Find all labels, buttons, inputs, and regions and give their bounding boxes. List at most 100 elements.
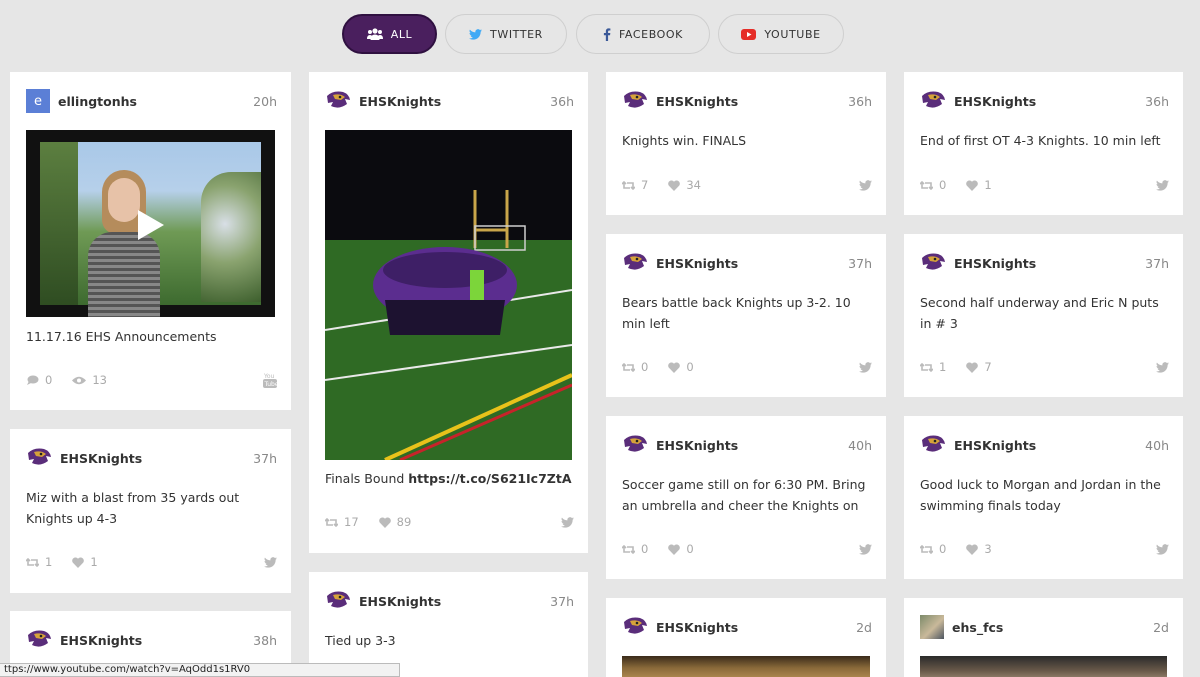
post-card[interactable]: EHSKnights 37h Second half underway and … <box>904 234 1183 397</box>
post-text: Miz with a blast from 35 yards out Knigh… <box>26 490 240 526</box>
retweets-stat[interactable]: 0 <box>920 542 946 556</box>
filter-all-label: ALL <box>390 27 413 41</box>
post-header: EHSKnights 40h <box>622 432 872 458</box>
post-card[interactable]: EHSKnights 36h End of first OT 4-3 Knigh… <box>904 72 1183 215</box>
like-count: 1 <box>90 555 98 569</box>
likes-stat[interactable]: 0 <box>668 360 694 374</box>
post-header: ehs_fcs 2d <box>920 614 1169 640</box>
post-username[interactable]: EHSKnights <box>954 94 1145 109</box>
heart-icon <box>668 543 681 555</box>
play-icon[interactable] <box>136 209 166 241</box>
youtube-icon[interactable]: YouTube <box>263 372 277 388</box>
twitter-icon <box>469 28 483 40</box>
filter-facebook-button[interactable]: FACEBOOK <box>576 14 710 54</box>
likes-stat[interactable]: 34 <box>668 178 701 192</box>
post-card[interactable]: EHSKnights 40h Good luck to Morgan and J… <box>904 416 1183 579</box>
filter-youtube-button[interactable]: YOUTUBE <box>718 14 844 54</box>
retweet-count: 0 <box>641 542 649 556</box>
post-username[interactable]: EHSKnights <box>359 594 550 609</box>
svg-text:Tube: Tube <box>264 381 278 388</box>
likes-stat[interactable]: 89 <box>378 515 412 529</box>
post-username[interactable]: ellingtonhs <box>58 94 253 109</box>
filter-all-button[interactable]: ALL <box>342 14 437 54</box>
post-text: 11.17.16 EHS Announcements <box>26 329 217 344</box>
post-time: 37h <box>1145 255 1169 271</box>
tree-left <box>40 142 78 305</box>
post-photo[interactable] <box>920 656 1167 677</box>
heart-icon <box>966 543 979 555</box>
like-count: 89 <box>396 515 412 529</box>
filter-twitter-button[interactable]: TWITTER <box>445 14 567 54</box>
post-photo[interactable] <box>325 130 572 460</box>
likes-stat[interactable]: 1 <box>72 555 98 569</box>
retweet-count: 0 <box>939 542 947 556</box>
post-card[interactable]: EHSKnights 40h Soccer game still on for … <box>606 416 886 579</box>
retweet-icon <box>622 544 635 554</box>
post-header: EHSKnights 37h <box>325 588 574 614</box>
post-card[interactable]: EHSKnights 37h Bears battle back Knights… <box>606 234 886 397</box>
retweets-stat[interactable]: 0 <box>622 542 648 556</box>
video-thumbnail[interactable] <box>26 130 275 317</box>
retweets-stat[interactable]: 0 <box>622 360 648 374</box>
post-username[interactable]: EHSKnights <box>60 633 253 648</box>
retweets-stat[interactable]: 1 <box>920 360 946 374</box>
post-username[interactable]: EHSKnights <box>656 94 848 109</box>
heart-icon <box>966 361 979 373</box>
retweet-icon <box>920 362 933 372</box>
post-text: Knights win. FINALS <box>622 133 747 148</box>
likes-stat[interactable]: 0 <box>668 542 694 556</box>
retweets-stat[interactable]: 17 <box>325 515 359 529</box>
twitter-icon[interactable] <box>1156 179 1169 191</box>
post-card[interactable]: EHSKnights 2d <box>606 598 886 677</box>
post-username[interactable]: EHSKnights <box>954 256 1145 271</box>
post-text: Second half underway and Eric N puts in … <box>920 295 1159 331</box>
twitter-icon[interactable] <box>561 516 574 528</box>
post-photo[interactable] <box>622 656 870 677</box>
post-stats: 0 0 <box>622 359 872 375</box>
post-username[interactable]: EHSKnights <box>656 256 848 271</box>
twitter-icon[interactable] <box>1156 361 1169 373</box>
post-link[interactable]: https://t.co/S621Ic7ZtA <box>408 471 571 486</box>
post-card[interactable]: ehs_fcs 2d <box>904 598 1183 677</box>
post-card[interactable]: EHSKnights 36h Finals Bound https://t.co… <box>309 72 588 553</box>
like-count: 34 <box>686 178 701 192</box>
avatar <box>920 615 944 639</box>
post-username[interactable]: EHSKnights <box>954 438 1145 453</box>
twitter-icon[interactable] <box>1156 543 1169 555</box>
post-username[interactable]: EHSKnights <box>359 94 550 109</box>
retweets-stat[interactable]: 0 <box>920 178 946 192</box>
knight-logo-icon <box>624 617 647 634</box>
likes-stat[interactable]: 1 <box>966 178 992 192</box>
post-card[interactable]: EHSKnights 37h Miz with a blast from 35 … <box>10 429 291 593</box>
retweets-stat[interactable]: 1 <box>26 555 52 569</box>
post-time: 38h <box>253 632 277 648</box>
post-time: 37h <box>550 593 574 609</box>
filter-youtube-label: YOUTUBE <box>764 27 821 41</box>
post-username[interactable]: EHSKnights <box>60 451 253 466</box>
twitter-icon[interactable] <box>859 361 872 373</box>
twitter-icon[interactable] <box>859 179 872 191</box>
retweet-icon <box>920 180 933 190</box>
knight-logo-icon <box>922 91 945 108</box>
likes-stat[interactable]: 7 <box>966 360 992 374</box>
post-text: Finals Bound https://t.co/S621Ic7ZtA <box>325 468 574 489</box>
post-header: EHSKnights 40h <box>920 432 1169 458</box>
heart-icon <box>72 556 85 568</box>
twitter-icon[interactable] <box>264 556 277 568</box>
post-username[interactable]: EHSKnights <box>656 620 856 635</box>
likes-stat[interactable]: 3 <box>966 542 992 556</box>
filter-bar: ALL TWITTER FACEBOOK YOUTUBE <box>0 14 1200 54</box>
browser-status-url: ttps://www.youtube.com/watch?v=AqOdd1s1R… <box>0 663 400 677</box>
heart-icon <box>668 361 681 373</box>
retweets-stat[interactable]: 7 <box>622 178 648 192</box>
post-text: Tied up 3-3 <box>325 633 396 648</box>
post-card[interactable]: EHSKnights 36h Knights win. FINALS 7 34 <box>606 72 886 215</box>
post-stats: 1 7 <box>920 359 1169 375</box>
post-card[interactable]: EHSKnights 37h Tied up 3-3 <box>309 572 588 677</box>
post-card[interactable]: e ellingtonhs 20h 11.17.16 EHS Announcem… <box>10 72 291 410</box>
twitter-icon[interactable] <box>859 543 872 555</box>
views-stat: 13 <box>72 373 107 387</box>
retweet-icon <box>622 180 635 190</box>
post-username[interactable]: ehs_fcs <box>952 620 1153 635</box>
post-username[interactable]: EHSKnights <box>656 438 848 453</box>
